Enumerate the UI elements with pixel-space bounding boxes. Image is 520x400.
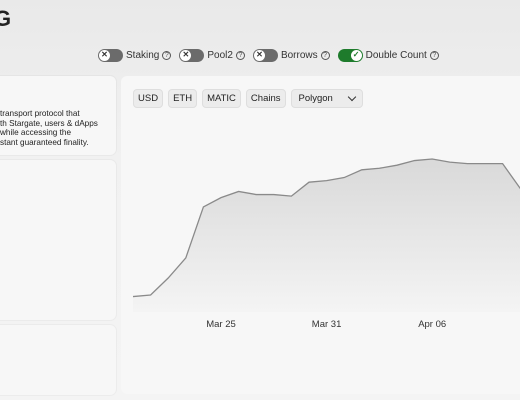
usd-chip[interactable]: USD [133,89,164,108]
x-icon: ✕ [180,49,192,61]
data-point[interactable] [484,163,486,165]
data-point[interactable] [466,163,468,165]
toggle-staking[interactable]: ✕ Staking ? [98,48,172,62]
data-point[interactable] [290,195,292,197]
protocol-description: transport protocol that th Stargate, use… [0,109,98,147]
check-icon: ✓ [350,49,362,61]
data-point[interactable] [308,181,310,183]
data-point[interactable] [167,277,169,279]
help-icon[interactable]: ? [235,50,245,60]
toggle-label: Staking [126,49,160,61]
toggle-pool2[interactable]: ✕ Pool2 ? [179,48,245,62]
help-icon[interactable]: ? [320,50,330,60]
chains-chip[interactable]: Chains [245,89,286,108]
toggle-label: Pool2 [207,49,233,61]
data-point[interactable] [273,194,275,196]
pool2-switch[interactable]: ✕ [179,48,205,62]
data-point[interactable] [396,164,398,166]
data-point[interactable] [220,197,222,199]
data-point[interactable] [502,163,504,165]
data-point[interactable] [326,180,328,182]
x-icon: ✕ [99,49,110,61]
chart-panel: Mar 25Mar 31Apr 06Apr USD ETH MATIC Chai… [121,76,520,394]
data-point[interactable] [361,169,363,171]
matic-chip[interactable]: MATIC [202,89,241,108]
help-icon[interactable]: ? [162,50,172,60]
toggle-bar: ✕ Staking ? ✕ Pool2 ? ✕ Borrows ? ✓ Doub… [98,46,439,64]
data-point[interactable] [202,206,204,208]
description-card: transport protocol that th Stargate, use… [0,76,116,155]
chevron-down-icon [347,92,357,102]
info-card [0,325,116,395]
staking-switch[interactable]: ✕ [98,48,123,62]
data-point[interactable] [449,161,451,163]
help-icon[interactable]: ? [429,50,439,60]
x-icon: ✕ [253,49,265,61]
toggle-label: Borrows [280,49,318,61]
data-point[interactable] [132,296,134,298]
x-tick-label: Mar 25 [206,319,236,330]
data-point[interactable] [431,158,433,160]
chart-controls: USD ETH MATIC Chains Polygon [133,89,363,108]
toggle-borrows[interactable]: ✕ Borrows ? [252,48,330,62]
data-point[interactable] [185,257,187,259]
x-tick-label: Mar 31 [312,319,342,330]
data-point[interactable] [414,160,416,162]
tvl-chart: Mar 25Mar 31Apr 06Apr [132,158,520,330]
chain-select[interactable]: Polygon [290,89,363,108]
data-point[interactable] [238,190,240,192]
x-tick-label: Apr 06 [418,319,446,330]
data-point[interactable] [150,294,152,296]
data-point[interactable] [255,194,257,196]
chain-select-value: Polygon [298,93,333,104]
data-point[interactable] [378,167,380,169]
page-title: G [0,6,12,31]
stats-card [0,160,116,320]
double-count-switch[interactable]: ✓ [337,48,363,62]
borrows-switch[interactable]: ✕ [252,48,278,62]
data-point[interactable] [343,177,345,179]
chart-area [133,159,520,312]
toggle-double-count[interactable]: ✓ Double Count ? [337,48,439,62]
eth-chip[interactable]: ETH [168,89,198,108]
toggle-label: Double Count [365,49,427,61]
